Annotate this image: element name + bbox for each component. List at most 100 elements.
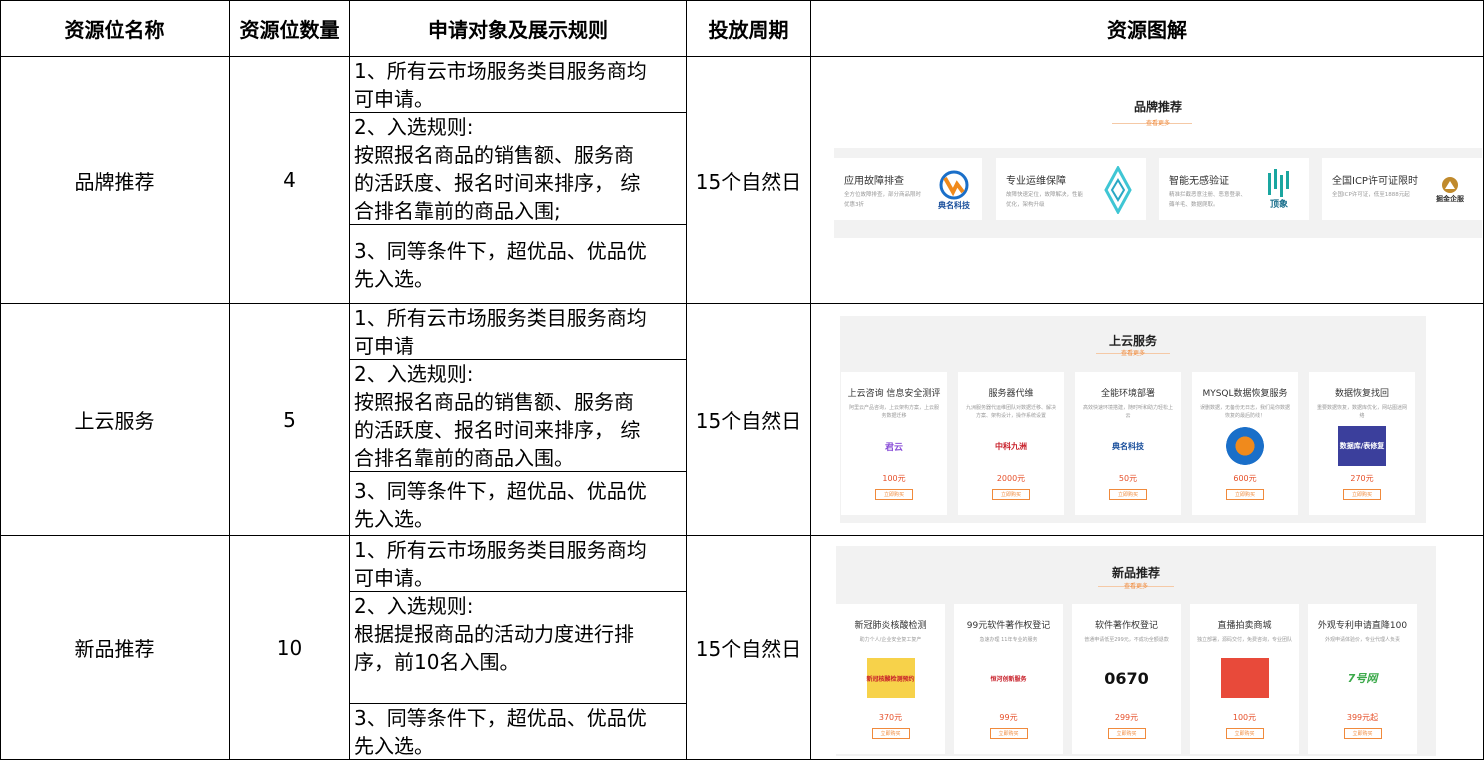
row-cloud-name: 上云服务 [74,409,155,433]
product-logo-icon: 恒河创新服务 [990,675,1027,683]
product-price: 2000元 [996,474,1026,483]
brand-card-title: 智能无感验证 [1169,176,1229,187]
dianming-logo-icon: 典名科技 [932,166,976,214]
product-price: 270元 [1350,474,1374,483]
new-product-card[interactable]: 外观专利申请直降100 外观申请体验价，专业代理人负责 7号网 399元起立即购买 [1308,604,1417,754]
row-cloud-rule-3: 3、同等条件下，超优品、优品优 先入选。 [354,479,647,531]
product-card-desc: 九洲服务器代运维团队对数据迁移、解决方案、架构设计，操作系统设置 [965,405,1056,419]
cloud-product-card[interactable]: MYSQL数据恢复服务误删数据，无备份无日志，我们是你数据恢复的最后防线！ 600… [1192,372,1298,515]
cloud-preview-more-link[interactable]: 查看更多 [840,348,1426,357]
brand-card-title: 专业运维保障 [1006,176,1066,187]
row-cloud-period: 15个自然日 [695,409,802,433]
buy-now-button[interactable]: 立即购买 [1225,728,1264,739]
product-logo-icon: 数据库/表修复 [1338,426,1386,466]
brand-preview-title: 品牌推荐 [1133,100,1182,114]
brand-card-title: 全国ICP许可证限时 [1332,176,1418,187]
brand-card[interactable]: 应用故障排查 全方位故障排查，部分商品限时优惠3折 典名科技 [834,158,982,220]
diamond-logo-icon [1098,164,1138,216]
product-logo-icon: 中科九洲 [995,441,1027,451]
product-price: 100元 [1232,713,1257,722]
buy-now-button[interactable]: 立即购买 [1343,489,1381,500]
header-illustration: 资源图解 [1107,18,1187,42]
product-price: 99元 [999,713,1018,722]
brand-card[interactable]: 智能无感验证 精准拦截恶意注册、恶意登录、薅羊毛、数据爬取。 顶象 [1159,158,1309,220]
new-product-card[interactable]: 软件著作权登记 普通申请低至299元，不成功全额退款 0670 299元 立即购买 [1072,604,1181,754]
product-card-title: MYSQL数据恢复服务 [1202,389,1288,399]
row-brand-rule-3: 3、同等条件下，超优品、优品优 先入选。 [354,239,647,291]
product-card-desc: 误删数据，无备份无日志，我们是你数据恢复的最后防线！ [1199,405,1290,419]
new-product-card[interactable]: 直播拍卖商城 独立部署，源码交付，免费咨询，专业团队 100元 立即购买 [1190,604,1299,754]
row-brand-rule-1: 1、所有云市场服务类目服务商均 可申请。 [354,59,647,111]
new-product-card[interactable]: 99元软件著作权登记急速办理 11年专业的服务 恒河创新服务 99元立即购买 [954,604,1063,754]
product-card-desc: 助力个人/企业安全复工复产 [859,637,922,643]
header-count: 资源位数量 [239,18,340,42]
product-card-title: 外观专利申请直降100 [1317,621,1408,631]
product-price: 600元 [1233,474,1257,483]
product-logo-icon: 典名科技 [1112,441,1144,451]
product-card-desc: 重要数据恢复，数据库优化，网站图迷网络 [1316,405,1407,419]
brand-card-desc: 全方位故障排查，部分商品限时优惠3折 [844,192,922,208]
row-cloud-count: 5 [283,407,296,432]
buy-now-button[interactable]: 立即购买 [871,728,910,739]
buy-now-button[interactable]: 立即购买 [1226,489,1264,500]
new-product-card[interactable]: 新冠肺炎核酸检测助力个人/企业安全复工复产新冠核酸检测预约 370元立即购买 [836,604,945,754]
product-card-title: 上云咨询 信息安全测评 [847,389,941,399]
cloud-product-card[interactable]: 全能环境部署 高效快速环境搭建，随时听和助力轻松上云 典名科技 50元 立即购买 [1075,372,1181,515]
cloud-product-card[interactable]: 服务器代维九洲服务器代运维团队对数据迁移、解决方案、架构设计，操作系统设置中科九… [958,372,1064,515]
cloud-product-card[interactable]: 数据恢复找回 重要数据恢复，数据库优化，网站图迷网络 数据库/表修复 270元 立即购买 [1309,372,1415,515]
product-price: 100元 [882,474,906,483]
row-brand-period: 15个自然日 [695,169,802,194]
header-name: 资源位名称 [64,18,165,42]
product-card-title: 99元软件著作权登记 [966,621,1051,631]
brand-card[interactable]: 专业运维保障 故障快速定位，故障解决，性能优化，架构升级 [996,158,1146,220]
product-logo-icon: 0670 [1104,668,1149,688]
row-cloud-rule-2: 2、入选规则: 按照报名商品的销售额、服务商 的活跃度、报名时间来排序， 综 合… [354,362,641,470]
dingxiang-logo-icon: 顶象 [1257,164,1301,214]
buy-now-button[interactable]: 立即购买 [1343,728,1382,739]
buy-now-button[interactable]: 立即购买 [992,489,1030,500]
row-brand-rule-2: 2、入选规则: 按照报名商品的销售额、服务商 的活跃度、报名时间来排序， 综 合… [354,115,641,223]
juejin-logo-icon: 掘金企服 [1426,168,1474,212]
header-period: 投放周期 [708,18,789,42]
row-cloud-rule-1: 1、所有云市场服务类目服务商均 可申请 [354,306,647,358]
row-brand-count: 4 [283,168,296,192]
brand-card[interactable]: 全国ICP许可证限时 全国ICP许可证，低至1888元起 掘金企服 [1322,158,1482,220]
buy-now-button[interactable]: 立即购买 [1107,728,1146,739]
new-preview-more-link[interactable]: 查看更多 [836,581,1436,590]
buy-now-button[interactable]: 立即购买 [875,489,913,500]
brand-preview-more-link[interactable]: 查看更多 [834,118,1482,127]
row-new-rule-2: 2、入选规则: 根据提报商品的活动力度进行排 序，前10名入围。 [354,594,634,674]
row-new-name: 新品推荐 [74,637,155,661]
new-preview-title: 新品推荐 [1111,566,1160,580]
resource-table: 资源位名称 资源位数量 申请对象及展示规则 投放周期 资源图解 品牌推荐 4 1… [0,0,1484,760]
product-card-title: 全能环境部署 [1100,389,1155,399]
brand-preview: 品牌推荐 查看更多 应用故障排查 全方位故障排查，部分商品限时优惠3折 典名科技… [834,86,1482,240]
brand-card-title: 应用故障排查 [844,176,904,187]
row-new-rule-1: 1、所有云市场服务类目服务商均 可申请。 [354,538,647,590]
product-logo-icon: 君云 [884,442,903,453]
product-card-desc: 普通申请低至299元，不成功全额退款 [1084,637,1169,643]
product-price: 370元 [878,713,903,722]
product-card-title: 直播拍卖商城 [1217,621,1272,631]
product-card-title: 服务器代维 [988,389,1034,399]
brand-card-desc: 全国ICP许可证，低至1888元起 [1332,192,1410,198]
product-logo-icon: 7号网 [1347,672,1378,685]
buy-now-button[interactable]: 立即购买 [1109,489,1147,500]
product-card-title: 新冠肺炎核酸检测 [854,621,927,631]
table-border [810,0,811,760]
cloud-preview-title: 上云服务 [1108,334,1157,348]
product-price: 399元起 [1346,713,1379,722]
product-card-desc: 急速办理 11年专业的服务 [979,637,1038,643]
cloud-product-card[interactable]: 上云咨询 信息安全测评阿里云产品咨询，上云架构方案，上云服务数据迁移 君云 100元… [841,372,947,515]
buy-now-button[interactable]: 立即购买 [989,728,1028,739]
product-logo-icon: 新冠核酸检测预约 [866,658,915,698]
brand-card-desc: 精准拦截恶意注册、恶意登录、薅羊毛、数据爬取。 [1169,192,1247,208]
product-card-desc: 外观申请体验价，专业代理人负责 [1324,637,1400,643]
row-new-period: 15个自然日 [695,637,802,661]
header-rules: 申请对象及展示规则 [428,18,608,42]
product-card-desc: 阿里云产品咨询，上云架构方案，上云服务数据迁移 [848,405,939,419]
product-card-desc: 高效快速环境搭建，随时听和助力轻松上云 [1082,405,1173,419]
product-price: 299元 [1114,713,1139,722]
row-brand-name: 品牌推荐 [74,169,155,194]
row-new-rule-3: 3、同等条件下，超优品、优品优 先入选。 [354,706,647,758]
